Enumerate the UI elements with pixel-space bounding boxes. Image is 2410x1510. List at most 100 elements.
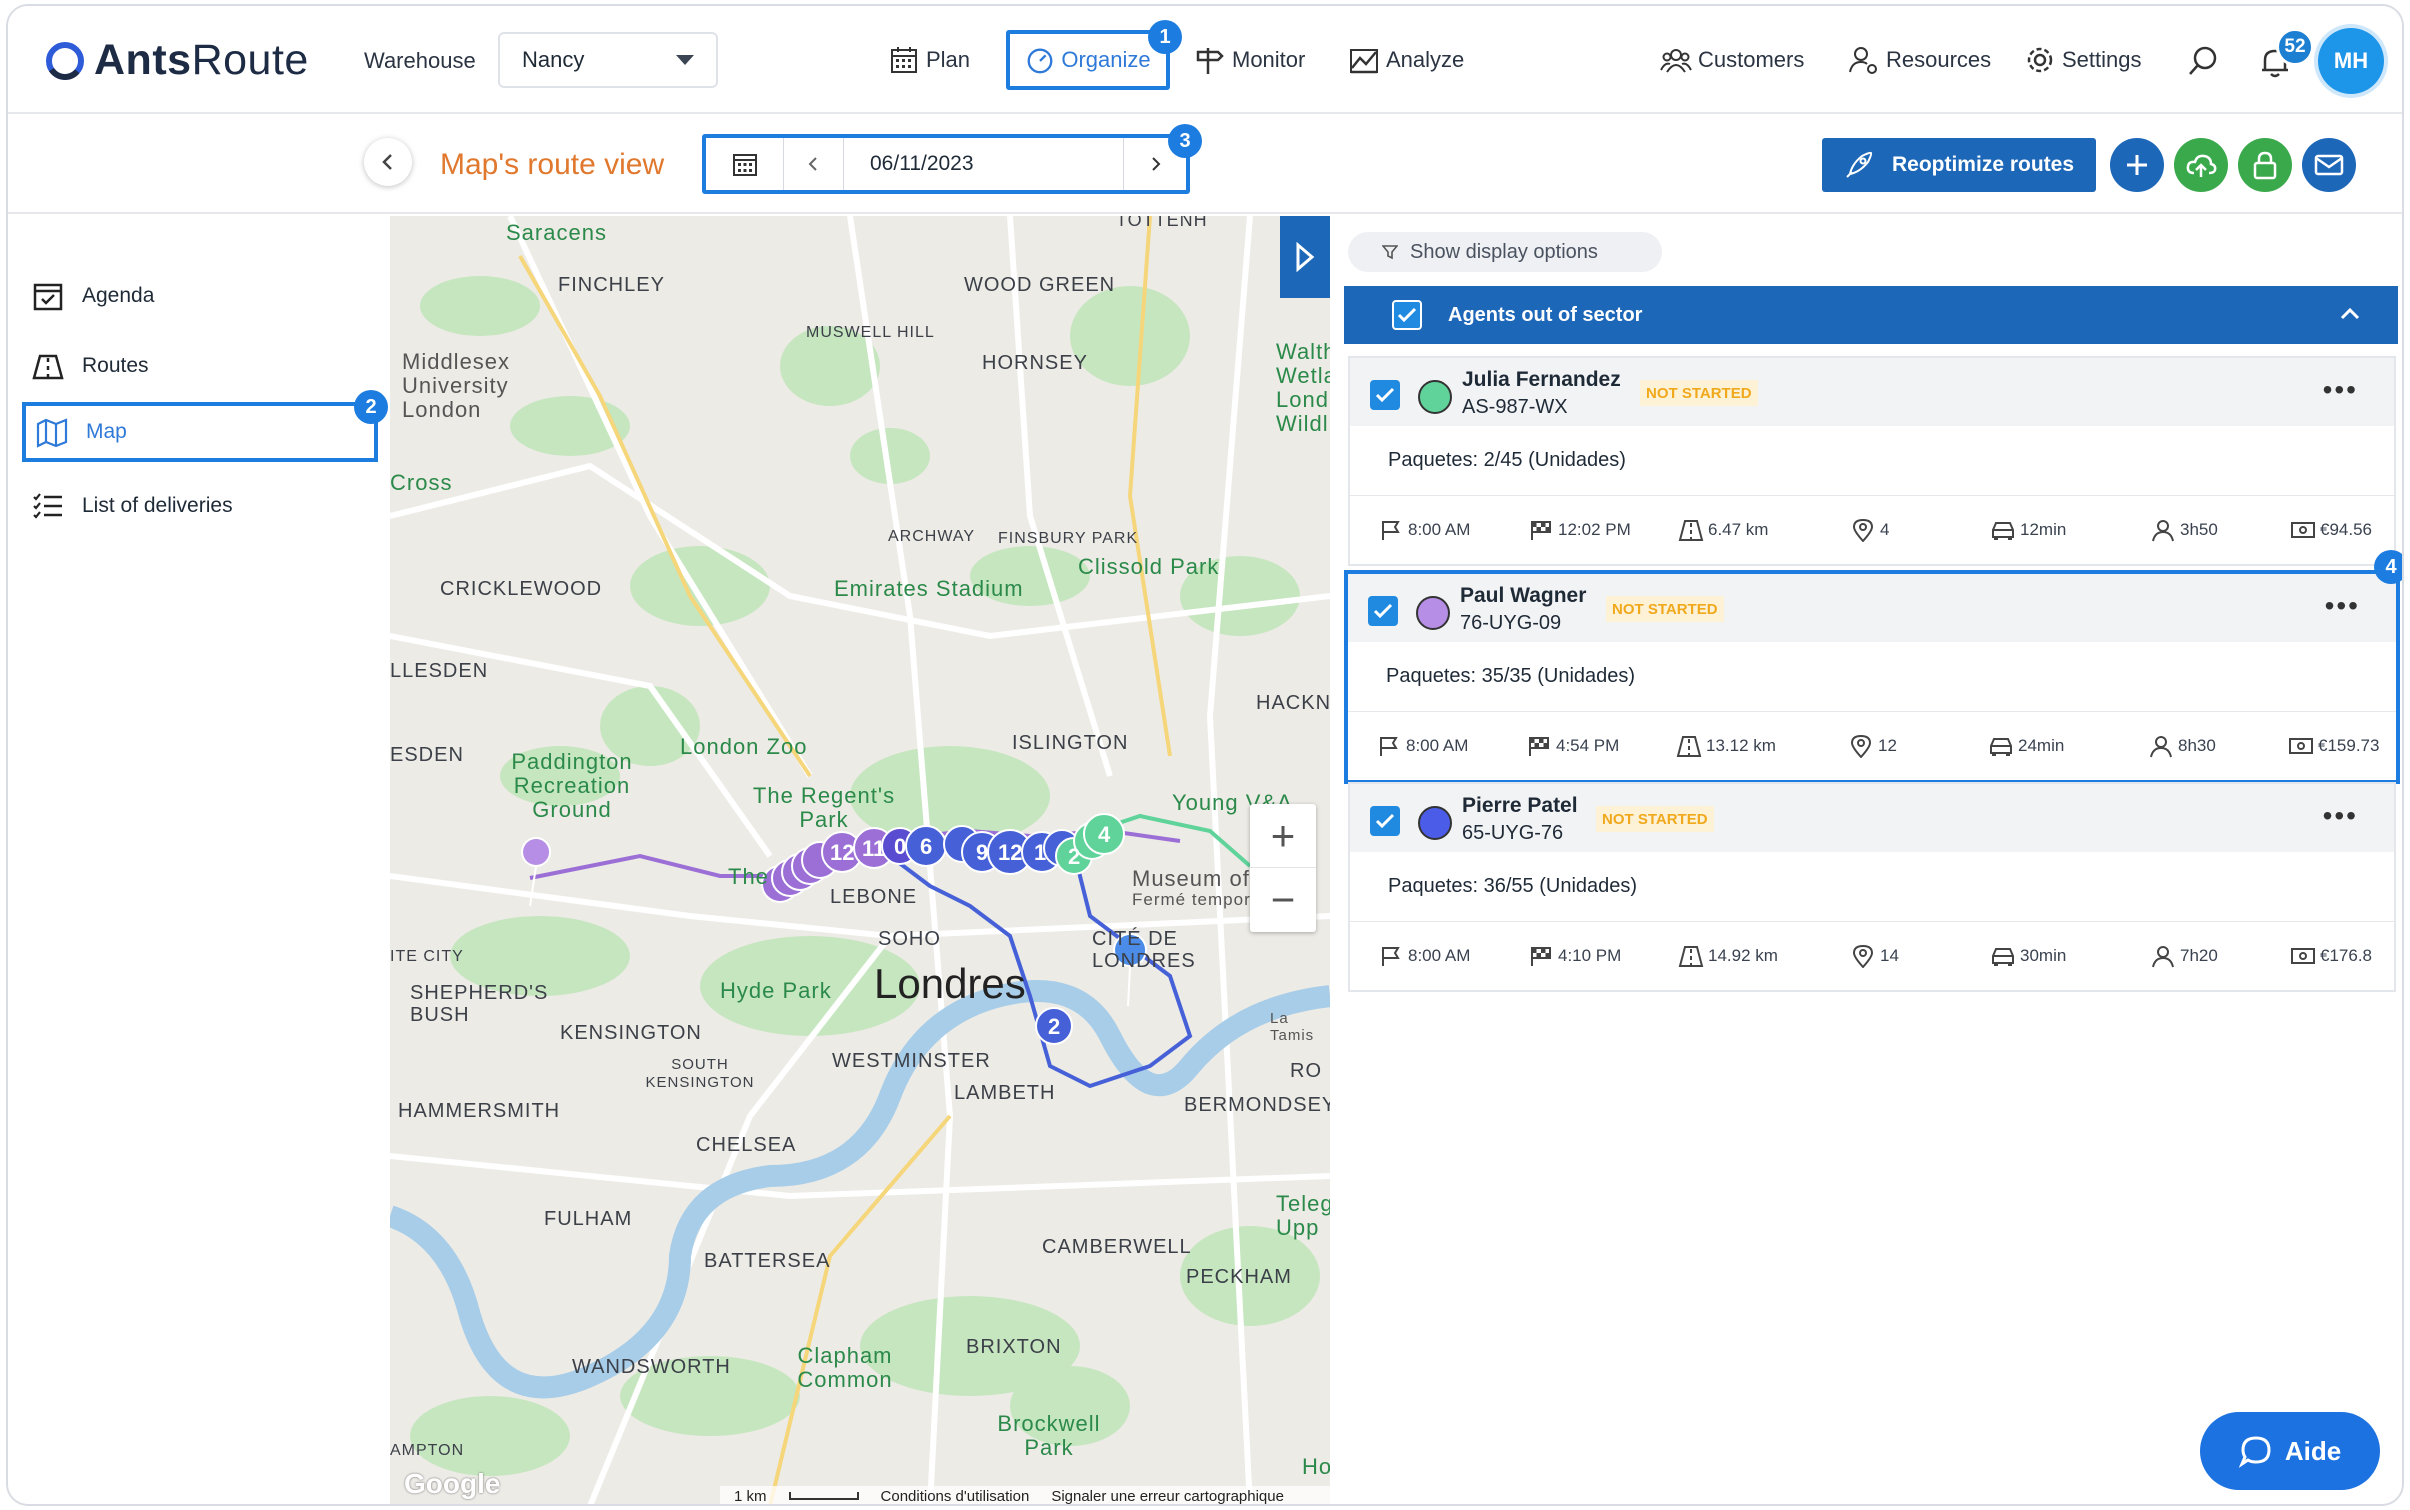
more-options-icon[interactable]: ••• — [2323, 800, 2358, 832]
zoom-out-button[interactable]: − — [1250, 868, 1316, 932]
gear-icon — [2027, 47, 2053, 73]
stat-value: 12 — [1878, 736, 1897, 755]
agent-checkbox[interactable] — [1368, 596, 1398, 626]
stop-marker[interactable]: 2 — [1068, 844, 1080, 870]
nav-organize[interactable]: Organize — [1006, 30, 1170, 90]
email-button[interactable] — [2302, 138, 2356, 192]
sector-header[interactable]: Agents out of sector — [1344, 286, 2398, 344]
expand-panel-button[interactable] — [1280, 216, 1330, 298]
stat-value: 24min — [2018, 736, 2065, 755]
collapse-sidebar-button[interactable] — [364, 138, 412, 186]
nav-customers-label: Customers — [1698, 47, 1805, 72]
agent-name: Julia Fernandez — [1462, 368, 1621, 391]
calendar-icon — [891, 47, 917, 73]
agent-plate: 65-UYG-76 — [1462, 822, 1564, 844]
agent-card[interactable]: Paul Wagner 76-UYG-09 NOT STARTED ••• Paquet… — [1344, 570, 2400, 784]
reoptimize-routes-button[interactable]: Reoptimize routes — [1822, 138, 2096, 192]
antsroute-logo[interactable]: AntsRoute — [44, 36, 309, 85]
status-badge: NOT STARTED — [1640, 380, 1758, 406]
nav-plan-label: Plan — [926, 47, 971, 72]
sector-checkbox[interactable] — [1392, 300, 1422, 330]
more-options-icon[interactable]: ••• — [2325, 590, 2360, 622]
calendar-icon — [732, 154, 757, 176]
user-avatar[interactable]: MH — [2318, 28, 2384, 94]
stop-marker[interactable]: 4 — [1098, 822, 1110, 848]
check-icon — [1397, 307, 1417, 323]
checkered-flag-icon — [1531, 947, 1551, 966]
chat-bubble-icon — [2238, 1436, 2271, 1468]
stat-value: 3h50 — [2180, 520, 2218, 539]
check-icon — [1375, 387, 1395, 403]
agents-panel: Show display options Agents out of secto… — [1338, 216, 2402, 1504]
help-label: Aide — [2284, 1435, 2342, 1466]
stat-value: 30min — [2020, 946, 2067, 965]
sidebar-item-map[interactable]: Map — [22, 402, 378, 462]
stop-marker[interactable]: 0 — [894, 834, 906, 860]
sidebar-item-label: Agenda — [82, 284, 155, 307]
sidebar-item-label: Routes — [82, 354, 149, 377]
add-button[interactable] — [2110, 138, 2164, 192]
stat-distance: 6.47 km — [1678, 518, 1768, 542]
plus-icon — [2127, 155, 2147, 175]
stop-marker[interactable]: 12 — [830, 840, 854, 866]
stat-value: 4:10 PM — [1558, 946, 1622, 965]
route-map[interactable]: Saracens TOTTENH FINCHLEY WOOD GREEN MUS… — [390, 216, 1330, 1505]
route-markers: 12 11 0 6 9 12 1 2 4 2 — [390, 216, 1330, 1504]
zoom-in-button[interactable]: + — [1250, 804, 1316, 868]
stat-value: 6.47 km — [1708, 520, 1769, 539]
agent-card[interactable]: Pierre Patel 65-UYG-76 NOT STARTED ••• Paque… — [1348, 782, 2396, 992]
stat-stops: 12 — [1848, 734, 1897, 758]
nav-organize-label: Organize — [1061, 47, 1151, 72]
stop-marker[interactable]: 6 — [920, 834, 932, 860]
nav-settings[interactable]: Settings — [2024, 44, 2142, 76]
stop-marker[interactable]: 1 — [1034, 840, 1046, 866]
agent-plate: 76-UYG-09 — [1460, 612, 1562, 634]
stop-marker[interactable]: 9 — [976, 840, 988, 866]
map-scale: 1 km — [734, 1487, 767, 1505]
agent-name: Pierre Patel — [1462, 794, 1578, 817]
date-value[interactable]: 06/11/2023 — [844, 138, 1124, 190]
checkered-flag-icon — [1531, 521, 1551, 540]
stat-end: 4:10 PM — [1528, 944, 1621, 968]
nav-analyze[interactable]: Analyze — [1348, 44, 1464, 76]
stat-cost: €94.56 — [2290, 518, 2372, 542]
lock-button[interactable] — [2238, 138, 2292, 192]
show-display-options-button[interactable]: Show display options — [1348, 232, 1662, 272]
agent-checkbox[interactable] — [1370, 806, 1400, 836]
sidebar-item-routes[interactable]: Routes — [32, 340, 149, 392]
location-pin-icon — [1852, 518, 1874, 542]
more-options-icon[interactable]: ••• — [2323, 374, 2358, 406]
stat-value: 14.92 km — [1708, 946, 1778, 965]
stat-end: 12:02 PM — [1528, 518, 1631, 542]
agent-card-header: Paul Wagner 76-UYG-09 NOT STARTED ••• — [1348, 574, 2396, 642]
date-picker[interactable]: 06/11/2023 — [702, 134, 1190, 194]
warehouse-select[interactable]: Nancy — [498, 32, 718, 88]
stop-marker[interactable]: 12 — [998, 840, 1022, 866]
agent-card[interactable]: Julia Fernandez AS-987-WX NOT STARTED ••• Pa… — [1348, 356, 2396, 566]
sidebar-item-agenda[interactable]: Agenda — [32, 270, 154, 322]
help-chat-button[interactable]: Aide — [2200, 1412, 2380, 1490]
stat-drive: 24min — [1988, 734, 2064, 758]
map-terms-link[interactable]: Conditions d'utilisation — [881, 1488, 1030, 1505]
stat-stops: 4 — [1850, 518, 1889, 542]
stat-value: 8:00 AM — [1406, 736, 1469, 755]
map-report-link[interactable]: Signaler une erreur cartographique — [1051, 1488, 1284, 1505]
stop-marker[interactable]: 2 — [1048, 1014, 1060, 1040]
cloud-upload-button[interactable] — [2174, 138, 2228, 192]
chevron-up-icon[interactable] — [2340, 306, 2360, 320]
sidebar-item-list-of-deliveries[interactable]: List of deliveries — [32, 480, 233, 532]
agent-checkbox[interactable] — [1370, 380, 1400, 410]
nav-monitor[interactable]: Monitor — [1194, 44, 1305, 76]
search-icon[interactable] — [2186, 44, 2220, 78]
date-prev-button[interactable] — [784, 138, 844, 190]
top-navigation-bar: AntsRoute Warehouse Nancy Plan Organize … — [8, 6, 2402, 114]
date-calendar-button[interactable] — [706, 138, 784, 190]
stat-value: 4 — [1880, 520, 1890, 539]
nav-resources[interactable]: Resources — [1848, 44, 1991, 76]
agent-plate: AS-987-WX — [1462, 396, 1568, 418]
flag-icon — [1380, 737, 1398, 756]
stop-marker[interactable]: 11 — [862, 836, 885, 862]
nav-plan[interactable]: Plan — [888, 44, 970, 76]
nav-customers[interactable]: Customers — [1660, 44, 1804, 76]
flag-icon — [1382, 521, 1400, 540]
